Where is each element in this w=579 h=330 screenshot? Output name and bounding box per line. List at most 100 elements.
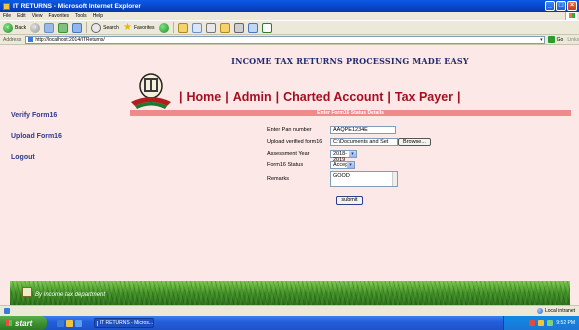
media-icon[interactable]	[158, 22, 169, 33]
browse-button[interactable]: Browse...	[398, 138, 431, 146]
chevron-down-icon: ▾	[349, 151, 356, 157]
back-button[interactable]: ‹ Back	[3, 22, 27, 33]
footer-logo-icon	[22, 287, 32, 297]
mail-icon[interactable]	[191, 22, 202, 33]
chevron-down-icon[interactable]: ▾	[540, 37, 543, 43]
zone-label: Local intranet	[544, 308, 575, 314]
ie-quicklaunch-icon[interactable]	[57, 319, 64, 327]
favorites-label: Favorites	[133, 24, 155, 31]
ie-app-icon	[3, 2, 10, 10]
forward-button[interactable]: ›	[30, 22, 41, 33]
chevron-down-icon: ▾	[347, 162, 354, 168]
star-icon: ★	[122, 22, 132, 33]
page-icon	[28, 37, 34, 42]
top-navigation: | Home | Admin | Charted Account | Tax P…	[179, 90, 461, 104]
window-title: IT RETURNS - Microsoft Internet Explorer	[13, 2, 141, 10]
remarks-value: GOOD	[333, 173, 350, 179]
address-label: Address	[3, 36, 22, 43]
security-zone: Local intranet	[536, 308, 575, 314]
windows-logo-icon	[565, 12, 577, 20]
footer-text: By Income tax department	[35, 292, 106, 298]
pan-label: Enter Pan number	[267, 127, 312, 133]
menu-file[interactable]: File	[3, 13, 11, 19]
sidebar-item-logout[interactable]: Logout	[11, 154, 35, 161]
assessment-year-select[interactable]: 2018-2019 ▾	[330, 150, 357, 163]
tray-security-icon[interactable]	[529, 320, 536, 326]
clock: 9:52 PM	[556, 320, 575, 326]
assessment-year-label: Assessment Year	[267, 151, 310, 157]
maximize-button[interactable]: □	[556, 1, 566, 11]
address-bar: Address http://localhost:2014/ITReturns/…	[0, 35, 579, 45]
page-status-icon	[4, 308, 10, 314]
nav-admin-link[interactable]: Admin	[233, 90, 272, 104]
folder-icon[interactable]	[219, 22, 230, 33]
menu-tools[interactable]: Tools	[75, 13, 87, 19]
refresh-icon[interactable]	[58, 22, 69, 33]
menu-help[interactable]: Help	[93, 13, 103, 19]
links-button[interactable]: Links	[567, 37, 579, 43]
menu-favorites[interactable]: Favorites	[48, 13, 69, 19]
start-button[interactable]: start	[0, 316, 47, 330]
section-header: Enter Form16 Status Details	[130, 110, 571, 116]
remarks-textarea[interactable]: GOOD	[330, 171, 398, 187]
textarea-scrollbar[interactable]	[392, 172, 397, 186]
toolbar-divider-2	[172, 22, 174, 33]
submit-button[interactable]: submit	[336, 196, 363, 205]
research-icon[interactable]	[261, 22, 272, 33]
messenger-icon[interactable]	[247, 22, 258, 33]
search-button[interactable]: Search	[91, 22, 119, 33]
tray-network-icon[interactable]	[538, 320, 545, 326]
address-url: http://localhost:2014/ITReturns/	[35, 36, 105, 43]
stop-icon[interactable]	[44, 22, 55, 33]
sidebar-item-verify-form16[interactable]: Verify Form16	[11, 112, 57, 119]
status-bar: Local intranet	[0, 305, 579, 316]
income-tax-emblem-icon	[131, 73, 171, 109]
folder-quicklaunch-icon[interactable]	[66, 319, 73, 327]
menu-bar: File Edit View Favorites Tools Help	[0, 12, 579, 20]
page-content: INCOME TAX RETURNS PROCESSING MADE EASY …	[0, 45, 579, 305]
remarks-label: Remarks	[267, 176, 290, 182]
close-button[interactable]: ×	[567, 1, 577, 11]
desktop-quicklaunch-icon[interactable]	[75, 319, 82, 327]
address-input[interactable]: http://localhost:2014/ITReturns/ ▾	[25, 35, 545, 44]
taskbar: start IT RETURNS - Micros... 9:52 PM	[0, 316, 579, 330]
system-tray: 9:52 PM	[503, 316, 579, 330]
nav-home-link[interactable]: Home	[187, 90, 222, 104]
go-arrow-icon	[547, 36, 555, 43]
history-icon[interactable]	[177, 22, 188, 33]
ie-task-icon	[97, 320, 98, 326]
menu-edit[interactable]: Edit	[17, 13, 26, 19]
form16-status-label: Form16 Status	[267, 162, 304, 168]
quick-launch	[57, 319, 82, 327]
upload-label: Upload verified form16	[267, 139, 323, 145]
globe-icon	[536, 308, 543, 314]
go-button[interactable]: Go	[547, 36, 564, 43]
pan-input[interactable]: AAQPE1234E	[330, 126, 396, 134]
search-icon	[91, 22, 102, 33]
back-arrow-icon: ‹	[3, 22, 13, 33]
sidebar-item-upload-form16[interactable]: Upload Form16	[11, 133, 62, 140]
back-label: Back	[15, 24, 27, 31]
form16-status-select[interactable]: Accept ▾	[330, 161, 355, 169]
toolbar-divider	[86, 22, 88, 33]
minimize-button[interactable]: _	[545, 1, 555, 11]
nav-charted-account-link[interactable]: Charted Account	[283, 90, 383, 104]
start-label: start	[15, 318, 33, 328]
upload-file-input[interactable]: C:\Documents and Set	[330, 138, 398, 146]
go-label: Go	[556, 36, 564, 43]
edit-icon[interactable]	[233, 22, 244, 33]
home-icon[interactable]	[72, 22, 83, 33]
nav-tax-payer-link[interactable]: Tax Payer	[395, 90, 453, 104]
favorites-button[interactable]: ★ Favorites	[123, 22, 155, 33]
footer-banner: By Income tax department	[10, 281, 570, 305]
windows-flag-icon	[6, 320, 12, 326]
taskbar-item-ie[interactable]: IT RETURNS - Micros...	[94, 318, 154, 328]
menu-view[interactable]: View	[32, 13, 43, 19]
toolbar: ‹ Back › Search ★ Favorites	[0, 20, 579, 35]
tray-volume-icon[interactable]	[547, 320, 554, 326]
window-title-bar[interactable]: IT RETURNS - Microsoft Internet Explorer…	[0, 0, 579, 12]
page-title: INCOME TAX RETURNS PROCESSING MADE EASY	[231, 56, 469, 66]
taskbar-item-label: IT RETURNS - Micros...	[99, 320, 153, 326]
print-icon[interactable]	[205, 22, 216, 33]
forward-arrow-icon: ›	[30, 22, 41, 33]
